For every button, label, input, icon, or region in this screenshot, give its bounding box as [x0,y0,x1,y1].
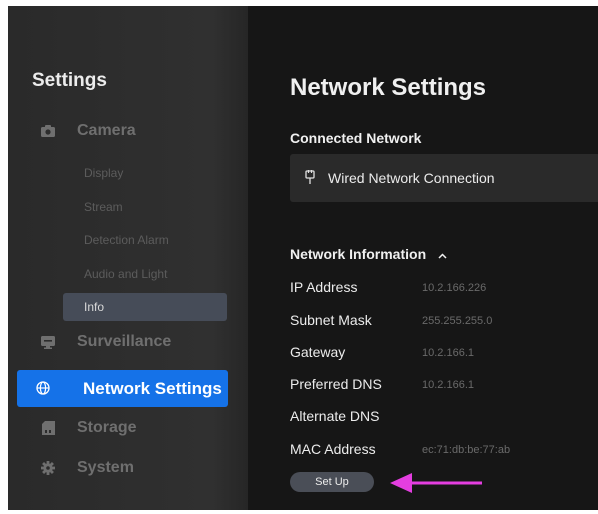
mac-address-value: ec:71:db:be:77:ab [422,444,511,456]
sidebar-item-label: Camera [77,122,136,139]
monitor-icon [41,335,55,349]
app-window: Settings Camera Display Stream Detection… [8,6,598,510]
sidebar-item-label: Storage [77,419,137,436]
ethernet-plug-icon [305,170,315,189]
sidebar-item-label: Network Settings [83,379,222,398]
sidebar: Settings Camera Display Stream Detection… [8,6,248,510]
sidebar-title: Settings [32,70,107,91]
sidebar-item-storage[interactable]: Storage [41,419,137,437]
page-title: Network Settings [290,74,487,101]
ip-address-label: IP Address [290,279,358,295]
main-panel: Network Settings Connected Network Wired… [248,6,598,510]
connection-name: Wired Network Connection [328,170,495,186]
subnet-mask-label: Subnet Mask [290,312,372,328]
gateway-value: 10.2.166.1 [422,347,474,359]
subitem-display[interactable]: Display [84,166,123,180]
subitem-stream[interactable]: Stream [84,200,123,214]
subitem-info[interactable]: Info [63,293,227,321]
preferred-dns-value: 10.2.166.1 [422,379,474,391]
preferred-dns-label: Preferred DNS [290,376,382,392]
connected-network-heading: Connected Network [290,130,422,146]
annotation-arrow-icon [390,473,482,493]
sidebar-item-network-settings[interactable]: Network Settings [17,370,228,407]
mac-address-label: MAC Address [290,441,376,457]
alternate-dns-label: Alternate DNS [290,408,380,424]
subitem-audio-and-light[interactable]: Audio and Light [84,267,167,281]
sidebar-item-surveillance[interactable]: Surveillance [41,333,171,351]
set-up-button[interactable]: Set Up [290,472,374,492]
subnet-mask-value: 255.255.255.0 [422,315,493,327]
sidebar-item-system[interactable]: System [41,459,134,477]
chevron-up-icon [438,246,447,262]
network-information-heading: Network Information [290,246,427,262]
network-information-toggle[interactable]: Network Information [290,246,447,262]
gateway-label: Gateway [290,344,346,360]
globe-icon [36,381,50,395]
sidebar-item-label: System [77,459,134,476]
gear-icon [41,461,55,475]
camera-icon [41,124,55,138]
storage-icon [41,421,55,435]
ip-address-value: 10.2.166.226 [422,282,487,294]
sidebar-item-camera[interactable]: Camera [41,122,136,140]
connected-network-item[interactable]: Wired Network Connection [290,154,598,202]
subitem-detection-alarm[interactable]: Detection Alarm [84,233,169,247]
subitem-info-label: Info [84,300,105,314]
sidebar-item-label: Surveillance [77,333,172,350]
